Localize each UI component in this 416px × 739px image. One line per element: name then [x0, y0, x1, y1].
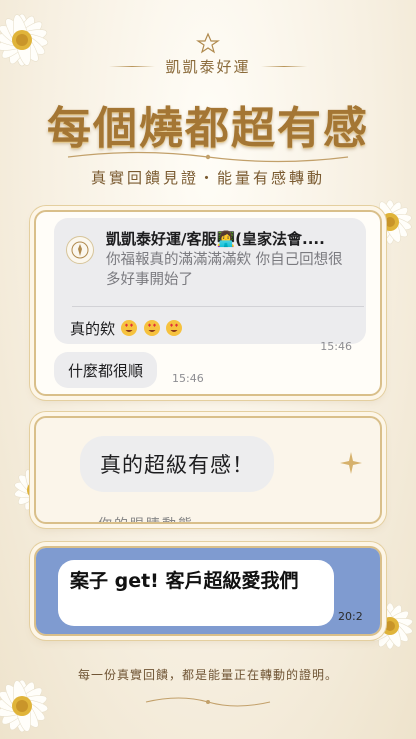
quoted-message-bubble: 凱凱泰好運/客服👩‍💻(皇家法會.... 你福報真的滿滿滿滿欸 你自己回想很多好…: [54, 218, 366, 353]
subheadline: 真實回饋見證・能量有感轉動: [90, 169, 325, 187]
footer-flourish: [145, 697, 271, 707]
message-timestamp: 20:2: [338, 610, 363, 623]
message-bubble-white-text: 案子 get! 客戶超級愛我們: [70, 570, 299, 592]
quoted-message-text: 你福報真的滿滿滿滿欸 你自己回想很多好事開始了: [106, 252, 343, 288]
message-bubble-2-text: 什麼都很順: [68, 361, 144, 380]
brand-divider-right: [260, 66, 307, 67]
message-bubble-2: 什麼都很順: [54, 352, 158, 388]
heart-eyes-emoji-icon: [143, 320, 160, 336]
crest-icon: [196, 32, 220, 54]
chat-screenshot-card-1: 凱凱泰好運/客服👩‍💻(皇家法會.... 你福報真的滿滿滿滿欸 你自己回想很多好…: [34, 210, 382, 396]
headline-flourish: [67, 151, 349, 163]
footer-caption: 每一份真實回饋，都是能量正在轉動的證明。: [77, 668, 338, 682]
sparkle-icon: [340, 452, 362, 474]
reply-message-text: 真的欸: [70, 320, 116, 338]
chat-screenshot-card-2: 真的超級有感！ 你的眼睛動態: [34, 416, 382, 524]
heart-eyes-emoji-icon: [120, 320, 137, 336]
chat-screenshot-card-3: 案子 get! 客戶超級愛我們 20:2: [34, 546, 382, 636]
heart-eyes-emoji-icon: [166, 320, 183, 336]
cropped-message-text: 你的眼睛動態: [98, 514, 194, 522]
message-bubble-large-text: 真的超級有感！: [100, 453, 254, 477]
quoted-sender-name: 凱凱泰好運/客服👩‍💻(皇家法會....: [106, 230, 325, 248]
message-bubble-2-timestamp: 15:46: [172, 372, 204, 385]
brand-row: 凱凱泰好運: [0, 56, 416, 77]
message-bubble-large: 真的超級有感！: [80, 436, 274, 492]
brand-divider-left: [109, 66, 156, 67]
daisy-flower-top-left: [0, 13, 49, 67]
brand-logo-icon: [71, 241, 89, 259]
quote-divider: [72, 306, 364, 307]
headline: 每個燒都超有感: [47, 103, 369, 154]
brand-name: 凱凱泰好運: [165, 58, 251, 76]
reply-message: 真的欸: [70, 318, 183, 339]
reply-timestamp: 15:46: [320, 340, 352, 353]
message-bubble-white: 案子 get! 客戶超級愛我們: [58, 560, 334, 626]
avatar: [66, 236, 94, 264]
